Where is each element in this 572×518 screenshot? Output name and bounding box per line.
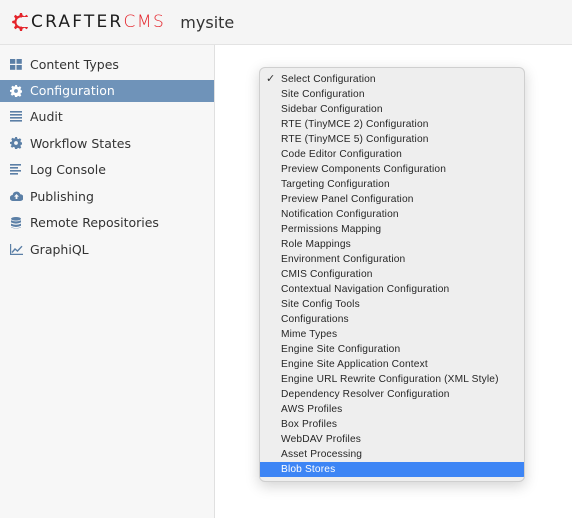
sidebar-item-label: Configuration xyxy=(30,83,115,98)
select-option[interactable]: Mime Types xyxy=(260,327,524,342)
checkmark-icon: ✓ xyxy=(266,73,276,85)
select-option-label: Engine URL Rewrite Configuration (XML St… xyxy=(281,374,499,385)
select-option-label: CMIS Configuration xyxy=(281,269,373,280)
select-option-label: Configurations xyxy=(281,314,349,325)
list-icon xyxy=(9,110,23,124)
gear-icon xyxy=(9,84,23,98)
select-option[interactable]: Dependency Resolver Configuration xyxy=(260,387,524,402)
database-icon xyxy=(9,216,23,230)
sidebar-item-label: Remote Repositories xyxy=(30,215,159,231)
select-option[interactable]: Configurations xyxy=(260,312,524,327)
sidebar-item-audit[interactable]: Audit xyxy=(0,104,214,131)
select-option[interactable]: Engine Site Application Context xyxy=(260,357,524,372)
align-left-icon xyxy=(9,163,23,177)
select-option-label: Sidebar Configuration xyxy=(281,104,383,115)
select-option-label: Site Configuration xyxy=(281,89,365,100)
select-option-label: Blob Stores xyxy=(281,464,336,475)
select-option[interactable]: Permissions Mapping xyxy=(260,222,524,237)
sidebar-item-label: Log Console xyxy=(30,162,106,178)
sidebar-item-label: Content Types xyxy=(30,56,119,72)
select-option[interactable]: Box Profiles xyxy=(260,417,524,432)
sidebar-item-label: Audit xyxy=(30,109,63,125)
sidebar-item-label: Workflow States xyxy=(30,135,131,151)
sidebar: Content Types Configuration Audit Workfl… xyxy=(0,45,215,518)
select-option[interactable]: Site Config Tools xyxy=(260,297,524,312)
select-option[interactable]: AWS Profiles xyxy=(260,402,524,417)
select-option[interactable]: Role Mappings xyxy=(260,237,524,252)
select-option[interactable]: RTE (TinyMCE 5) Configuration xyxy=(260,132,524,147)
select-option[interactable]: Code Editor Configuration xyxy=(260,147,524,162)
sidebar-item-log-console[interactable]: Log Console xyxy=(0,157,214,184)
select-option-label: Targeting Configuration xyxy=(281,179,390,190)
select-option[interactable]: Engine URL Rewrite Configuration (XML St… xyxy=(260,372,524,387)
select-option-label: Role Mappings xyxy=(281,239,351,250)
sidebar-item-graphiql[interactable]: GraphiQL xyxy=(0,236,214,263)
sidebar-item-label: Publishing xyxy=(30,188,94,204)
select-option-label: Contextual Navigation Configuration xyxy=(281,284,450,295)
line-chart-icon xyxy=(9,242,23,256)
select-option-label: Notification Configuration xyxy=(281,209,399,220)
select-option-label: RTE (TinyMCE 5) Configuration xyxy=(281,134,429,145)
select-option-label: Site Config Tools xyxy=(281,299,360,310)
select-option-label: Select Configuration xyxy=(281,74,376,85)
select-option[interactable]: Blob Stores xyxy=(260,462,524,477)
select-option[interactable]: Targeting Configuration xyxy=(260,177,524,192)
select-option[interactable]: CMIS Configuration xyxy=(260,267,524,282)
sidebar-item-label: GraphiQL xyxy=(30,241,89,257)
select-option-label: RTE (TinyMCE 2) Configuration xyxy=(281,119,429,130)
select-option-label: Environment Configuration xyxy=(281,254,406,265)
select-option-label: Dependency Resolver Configuration xyxy=(281,389,450,400)
crafter-cms-logo[interactable]: CRAFTER CMS xyxy=(10,0,165,45)
select-option-label: Code Editor Configuration xyxy=(281,149,402,160)
select-option[interactable]: Environment Configuration xyxy=(260,252,524,267)
select-option[interactable]: Site Configuration xyxy=(260,87,524,102)
select-option-label: WebDAV Profiles xyxy=(281,434,362,445)
top-bar: CRAFTER CMS mysite xyxy=(0,0,572,45)
sidebar-item-publishing[interactable]: Publishing xyxy=(0,183,214,210)
sidebar-item-workflow-states[interactable]: Workflow States xyxy=(0,130,214,157)
select-option[interactable]: Preview Components Configuration xyxy=(260,162,524,177)
sidebar-item-remote-repositories[interactable]: Remote Repositories xyxy=(0,210,214,237)
select-option-label: Preview Components Configuration xyxy=(281,164,447,175)
select-option[interactable]: Asset Processing xyxy=(260,447,524,462)
select-option[interactable]: ✓ Select Configuration xyxy=(260,72,524,87)
gear-logo-icon xyxy=(12,13,30,31)
select-option[interactable]: WebDAV Profiles xyxy=(260,432,524,447)
select-option-label: Mime Types xyxy=(281,329,338,340)
select-option[interactable]: RTE (TinyMCE 2) Configuration xyxy=(260,117,524,132)
select-option-label: Asset Processing xyxy=(281,449,363,460)
select-option-label: Permissions Mapping xyxy=(281,224,382,235)
site-name[interactable]: mysite xyxy=(180,13,234,32)
sidebar-item-configuration[interactable]: Configuration xyxy=(0,79,214,102)
grid-icon xyxy=(9,57,23,71)
select-option[interactable]: Notification Configuration xyxy=(260,207,524,222)
configuration-select-dropdown[interactable]: ✓ Select Configuration Site Configuration S… xyxy=(259,67,525,482)
select-option[interactable]: Preview Panel Configuration xyxy=(260,192,524,207)
select-option-label: Engine Site Configuration xyxy=(281,344,401,355)
gear-icon xyxy=(9,136,23,150)
cloud-upload-icon xyxy=(9,189,23,203)
sidebar-item-content-types[interactable]: Content Types xyxy=(0,51,214,78)
select-option-label: Preview Panel Configuration xyxy=(281,194,414,205)
select-option-label: Box Profiles xyxy=(281,419,338,430)
select-option-label: AWS Profiles xyxy=(281,404,343,415)
select-option[interactable]: Contextual Navigation Configuration xyxy=(260,282,524,297)
select-option-label: Engine Site Application Context xyxy=(281,359,428,370)
select-option[interactable]: Sidebar Configuration xyxy=(260,102,524,117)
logo-text-cms: CMS xyxy=(123,12,166,32)
select-option[interactable]: Engine Site Configuration xyxy=(260,342,524,357)
logo-text-crafter: CRAFTER xyxy=(31,12,124,32)
